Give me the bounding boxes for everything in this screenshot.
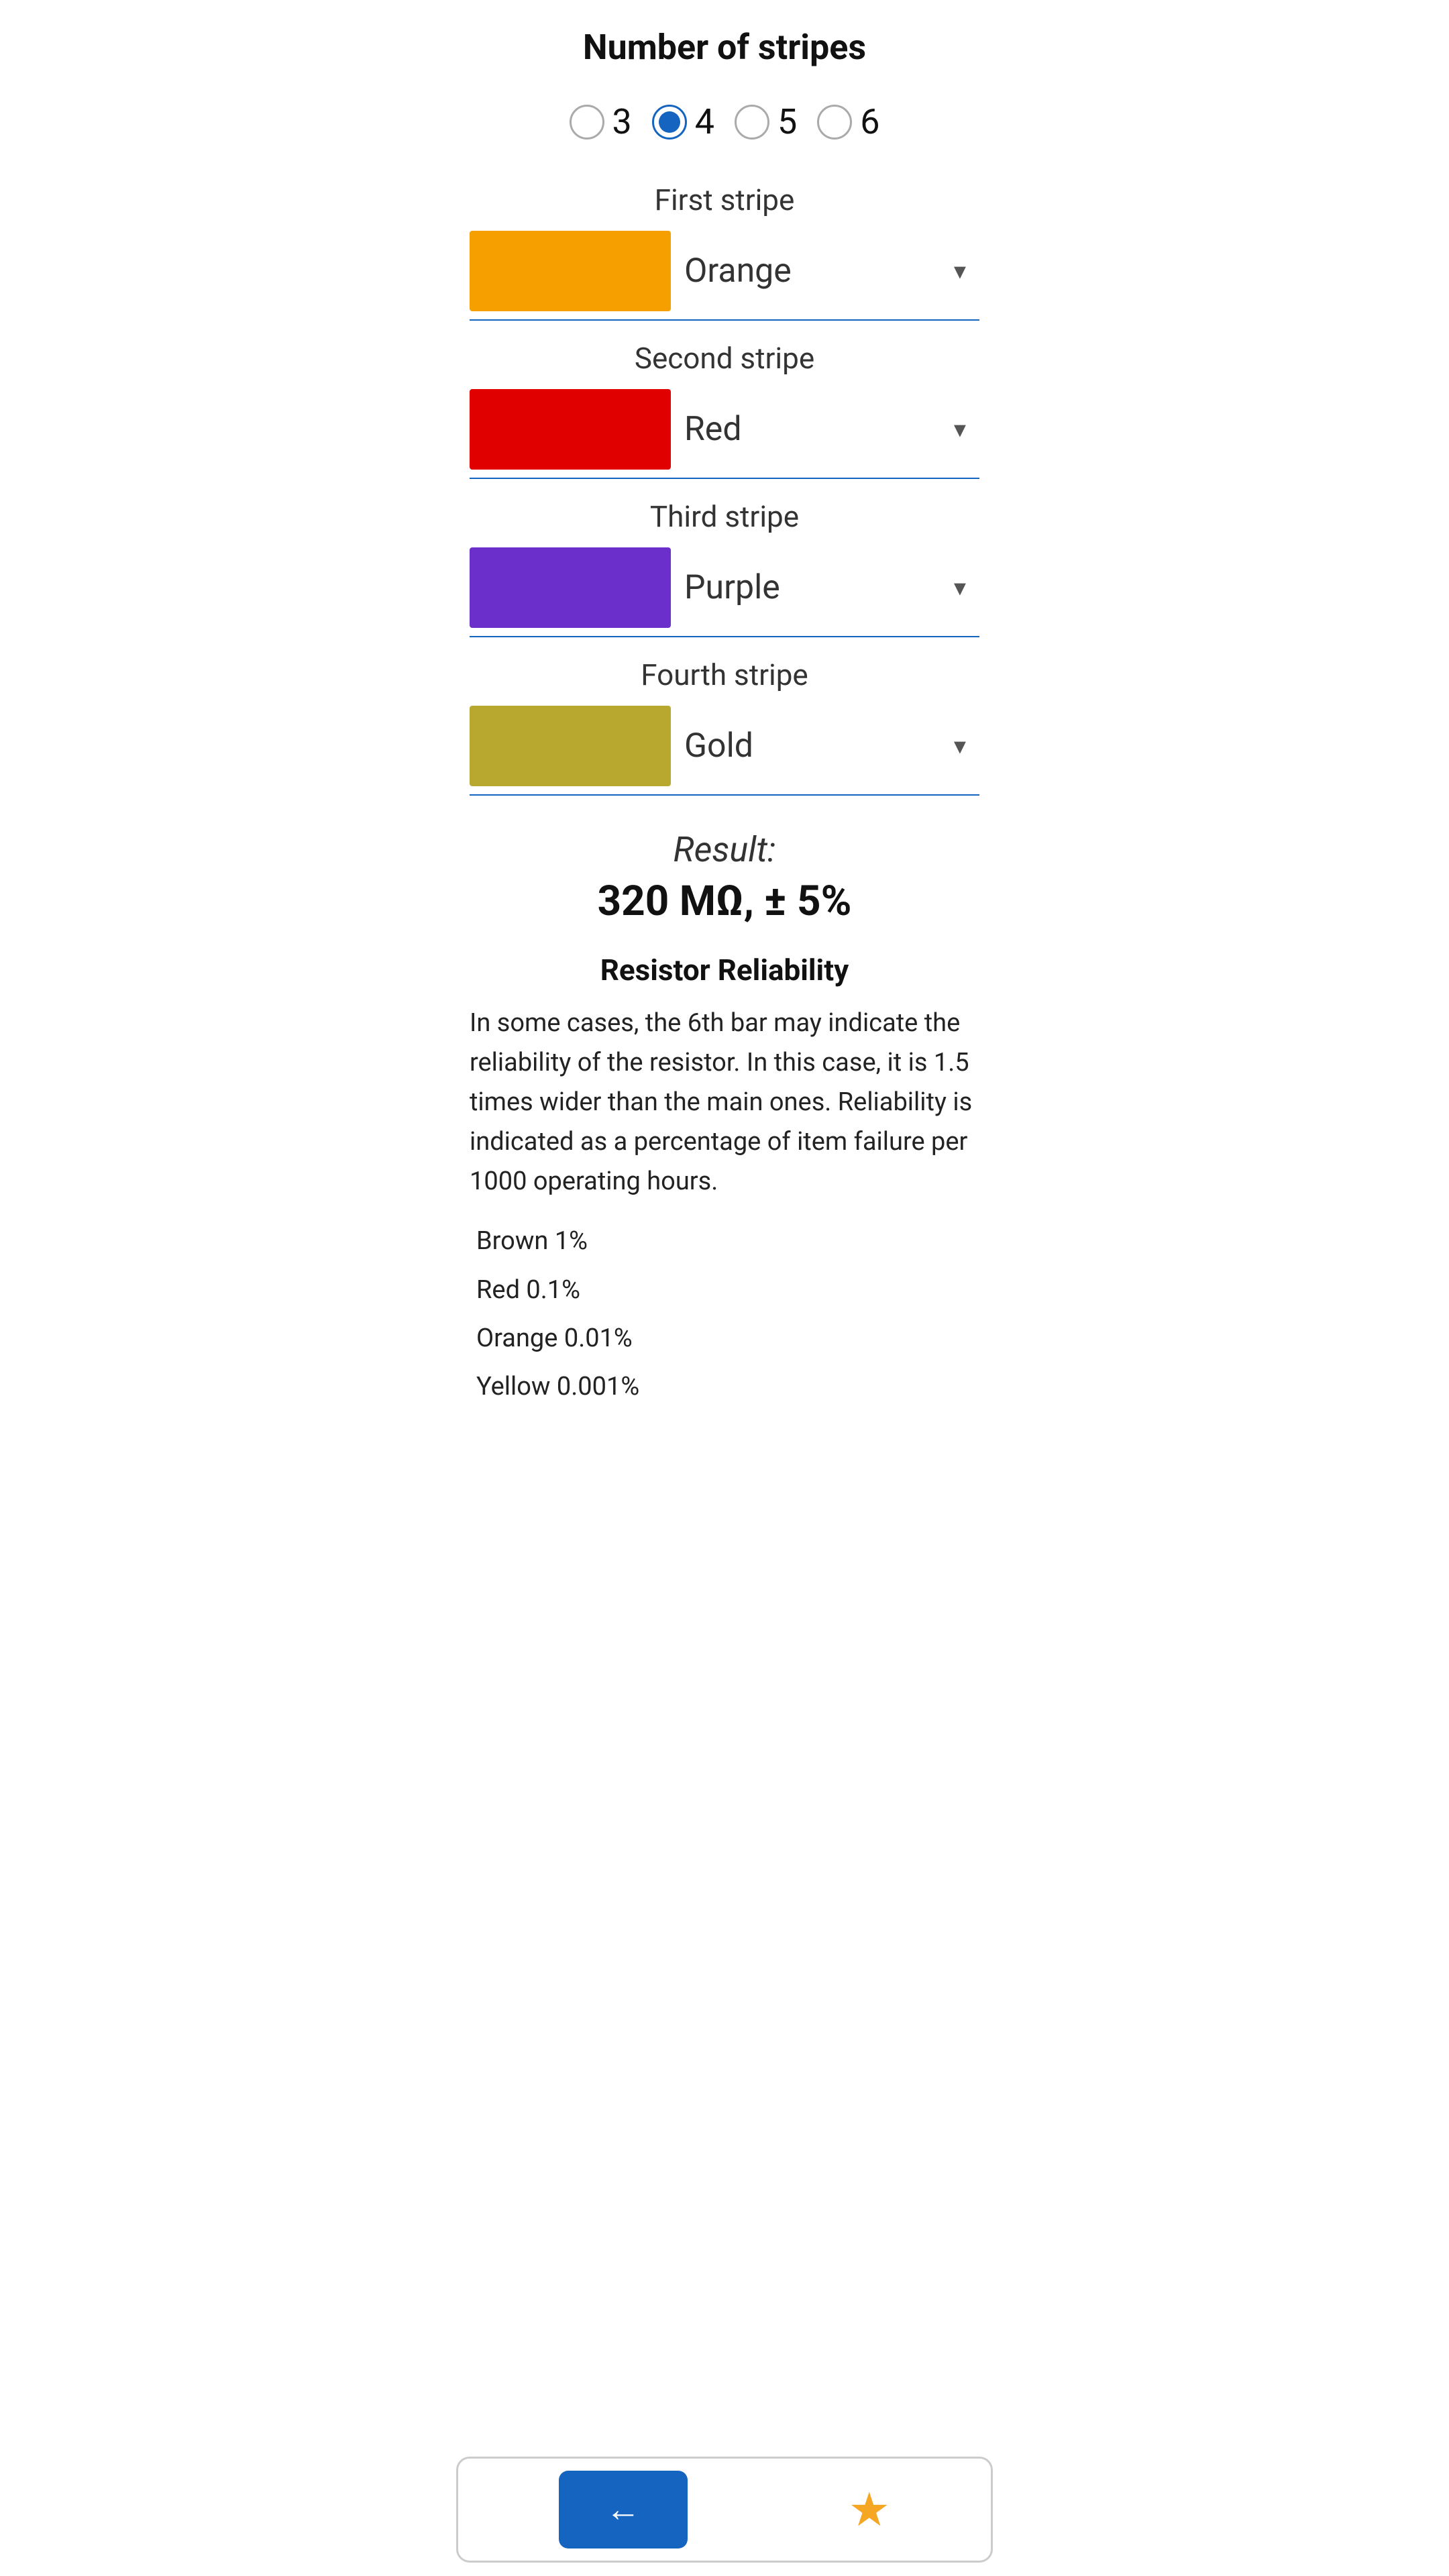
color-swatch-first: [470, 231, 671, 311]
back-arrow-icon: ←: [606, 2489, 641, 2530]
reliability-list-item: Brown 1%: [476, 1217, 979, 1265]
radio-circle-6[interactable]: [817, 105, 852, 140]
stripe-selector-second[interactable]: Red ▾: [470, 389, 979, 479]
reliability-list-item: Orange 0.01%: [476, 1314, 979, 1362]
radio-label-4: 4: [695, 101, 714, 142]
page-title: Number of stripes: [470, 27, 979, 68]
dropdown-fourth[interactable]: Gold ▾: [671, 727, 979, 765]
radio-option-4[interactable]: 4: [652, 101, 714, 142]
color-swatch-fourth: [470, 706, 671, 786]
dropdown-arrow-icon-first: ▾: [954, 257, 966, 285]
radio-label-5: 5: [777, 101, 797, 142]
dropdown-first[interactable]: Orange ▾: [671, 252, 979, 290]
result-section: Result: 320 MΩ, ± 5%: [470, 829, 979, 926]
stripe-selector-third[interactable]: Purple ▾: [470, 547, 979, 637]
back-button[interactable]: ←: [559, 2471, 688, 2548]
reliability-description: In some cases, the 6th bar may indicate …: [470, 1004, 979, 1201]
radio-label-6: 6: [860, 101, 879, 142]
radio-label-3: 3: [612, 101, 632, 142]
radio-option-3[interactable]: 3: [570, 101, 632, 142]
radio-circle-5[interactable]: [735, 105, 769, 140]
radio-option-6[interactable]: 6: [817, 101, 879, 142]
dropdown-text-second: Red: [684, 410, 742, 449]
stripe-section-fourth: Fourth stripe Gold ▾: [470, 657, 979, 796]
stripe-label-third: Third stripe: [470, 499, 979, 534]
stripes-radio-group: 3 4 5 6: [470, 101, 979, 142]
radio-option-5[interactable]: 5: [735, 101, 797, 142]
stripe-label-second: Second stripe: [470, 341, 979, 376]
dropdown-arrow-icon-fourth: ▾: [954, 732, 966, 760]
dropdown-third[interactable]: Purple ▾: [671, 568, 979, 607]
dropdown-text-fourth: Gold: [684, 727, 753, 765]
favorite-button[interactable]: ★: [848, 2482, 890, 2537]
bottom-bar: ← ★: [456, 2457, 993, 2563]
radio-circle-3[interactable]: [570, 105, 604, 140]
dropdown-second[interactable]: Red ▾: [671, 410, 979, 449]
reliability-list-item: Yellow 0.001%: [476, 1362, 979, 1411]
dropdown-arrow-icon-third: ▾: [954, 574, 966, 602]
stripe-selector-fourth[interactable]: Gold ▾: [470, 706, 979, 796]
stripe-section-first: First stripe Orange ▾: [470, 182, 979, 321]
stripe-selector-first[interactable]: Orange ▾: [470, 231, 979, 321]
dropdown-arrow-icon-second: ▾: [954, 415, 966, 443]
stripe-section-second: Second stripe Red ▾: [470, 341, 979, 479]
color-swatch-second: [470, 389, 671, 470]
reliability-list: Brown 1%Red 0.1%Orange 0.01%Yellow 0.001…: [470, 1217, 979, 1411]
result-value: 320 MΩ, ± 5%: [470, 877, 979, 926]
reliability-section: Resistor Reliability In some cases, the …: [470, 953, 979, 1411]
dropdown-text-first: Orange: [684, 252, 792, 290]
reliability-list-item: Red 0.1%: [476, 1266, 979, 1314]
star-icon: ★: [848, 2483, 890, 2536]
radio-circle-4[interactable]: [652, 105, 687, 140]
stripe-label-first: First stripe: [470, 182, 979, 217]
stripe-section-third: Third stripe Purple ▾: [470, 499, 979, 637]
dropdown-text-third: Purple: [684, 568, 780, 607]
color-swatch-third: [470, 547, 671, 628]
stripe-rows-container: First stripeOrange▾Second stripeRed▾Thir…: [470, 182, 979, 796]
stripe-label-fourth: Fourth stripe: [470, 657, 979, 692]
result-label: Result:: [470, 829, 979, 870]
reliability-title: Resistor Reliability: [470, 953, 979, 987]
